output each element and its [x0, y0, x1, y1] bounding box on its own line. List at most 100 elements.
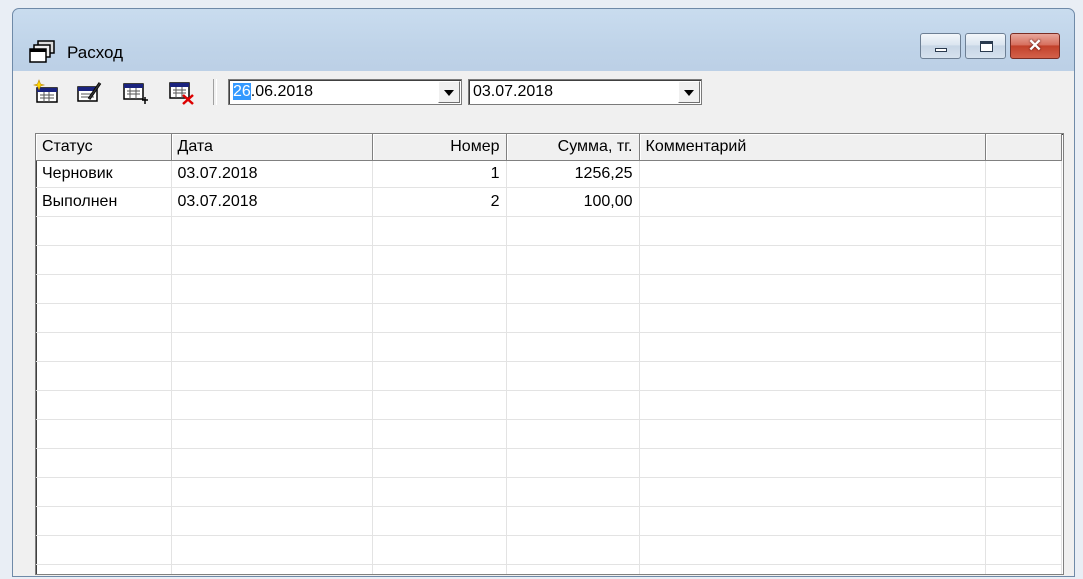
table-row[interactable]: Черновик 03.07.2018 1 1256,25 [36, 160, 1062, 188]
empty-cell[interactable] [171, 274, 373, 304]
empty-cell[interactable] [985, 506, 1062, 536]
empty-cell[interactable] [36, 332, 172, 362]
cell-status[interactable]: Черновик [36, 160, 172, 188]
empty-cell[interactable] [372, 419, 507, 449]
empty-table-row[interactable] [36, 274, 1062, 304]
column-header-status[interactable]: Статус [36, 134, 172, 161]
column-header-date[interactable]: Дата [171, 134, 373, 161]
empty-cell[interactable] [639, 419, 986, 449]
empty-cell[interactable] [171, 245, 373, 275]
cell-date[interactable]: 03.07.2018 [171, 160, 373, 188]
date-from-dropdown-arrow-icon[interactable] [438, 81, 460, 103]
empty-cell[interactable] [506, 245, 640, 275]
empty-cell[interactable] [506, 390, 640, 420]
empty-cell[interactable] [985, 419, 1062, 449]
empty-table-row[interactable] [36, 448, 1062, 478]
cell-number[interactable]: 1 [372, 160, 507, 188]
cell-date[interactable]: 03.07.2018 [171, 187, 373, 217]
empty-table-row[interactable] [36, 216, 1062, 246]
add-row-icon[interactable] [121, 79, 149, 105]
empty-table-row[interactable] [36, 506, 1062, 536]
empty-cell[interactable] [372, 245, 507, 275]
empty-cell[interactable] [36, 390, 172, 420]
empty-cell[interactable] [639, 506, 986, 536]
new-document-sparkle-icon[interactable] [33, 79, 61, 105]
empty-cell[interactable] [506, 419, 640, 449]
empty-cell[interactable] [372, 535, 507, 565]
empty-cell[interactable] [372, 564, 507, 574]
empty-cell[interactable] [639, 332, 986, 362]
cell-amount[interactable]: 1256,25 [506, 160, 640, 188]
empty-cell[interactable] [372, 216, 507, 246]
date-from-value[interactable]: 26.06.2018 [233, 83, 313, 101]
date-from-combo[interactable]: 26.06.2018 [228, 79, 462, 105]
empty-cell[interactable] [372, 303, 507, 333]
empty-cell[interactable] [985, 303, 1062, 333]
empty-cell[interactable] [639, 216, 986, 246]
empty-cell[interactable] [639, 245, 986, 275]
cell-comment[interactable] [639, 160, 986, 188]
empty-cell[interactable] [985, 274, 1062, 304]
title-bar[interactable]: Расход ✕ [13, 9, 1074, 69]
empty-cell[interactable] [171, 506, 373, 536]
empty-cell[interactable] [36, 419, 172, 449]
empty-cell[interactable] [372, 361, 507, 391]
empty-cell[interactable] [639, 477, 986, 507]
maximize-button[interactable] [965, 33, 1006, 59]
empty-cell[interactable] [639, 303, 986, 333]
date-to-dropdown-arrow-icon[interactable] [678, 81, 700, 103]
empty-table-row[interactable] [36, 390, 1062, 420]
cell-amount[interactable]: 100,00 [506, 187, 640, 217]
empty-cell[interactable] [985, 535, 1062, 565]
empty-cell[interactable] [985, 390, 1062, 420]
table-row[interactable]: Выполнен 03.07.2018 2 100,00 [36, 187, 1062, 217]
empty-cell[interactable] [506, 506, 640, 536]
column-header-number[interactable]: Номер [372, 134, 507, 161]
empty-cell[interactable] [36, 245, 172, 275]
empty-cell[interactable] [985, 332, 1062, 362]
empty-cell[interactable] [639, 448, 986, 478]
empty-cell[interactable] [639, 361, 986, 391]
empty-cell[interactable] [985, 245, 1062, 275]
empty-table-row[interactable] [36, 477, 1062, 507]
empty-cell[interactable] [171, 390, 373, 420]
empty-cell[interactable] [506, 564, 640, 574]
empty-cell[interactable] [506, 361, 640, 391]
empty-cell[interactable] [36, 448, 172, 478]
empty-table-row[interactable] [36, 303, 1062, 333]
date-to-combo[interactable]: 03.07.2018 [468, 79, 702, 105]
empty-cell[interactable] [985, 361, 1062, 391]
empty-cell[interactable] [506, 303, 640, 333]
column-header-amount[interactable]: Сумма, тг. [506, 134, 640, 161]
empty-cell[interactable] [506, 477, 640, 507]
empty-cell[interactable] [372, 274, 507, 304]
close-button[interactable]: ✕ [1010, 33, 1060, 59]
empty-cell[interactable] [639, 535, 986, 565]
cell-comment[interactable] [639, 187, 986, 217]
empty-cell[interactable] [36, 506, 172, 536]
empty-cell[interactable] [36, 564, 172, 574]
empty-cell[interactable] [985, 448, 1062, 478]
empty-cell[interactable] [985, 477, 1062, 507]
empty-cell[interactable] [36, 274, 172, 304]
empty-cell[interactable] [372, 506, 507, 536]
column-header-extra[interactable] [985, 134, 1062, 161]
empty-cell[interactable] [506, 274, 640, 304]
empty-cell[interactable] [506, 332, 640, 362]
cell-status[interactable]: Выполнен [36, 187, 172, 217]
empty-cell[interactable] [639, 274, 986, 304]
empty-table-row[interactable] [36, 419, 1062, 449]
empty-table-row[interactable] [36, 245, 1062, 275]
empty-cell[interactable] [506, 535, 640, 565]
edit-document-icon[interactable] [75, 79, 103, 105]
empty-cell[interactable] [372, 332, 507, 362]
cell-number[interactable]: 2 [372, 187, 507, 217]
empty-cell[interactable] [639, 390, 986, 420]
expense-table[interactable]: Статус Дата Номер Сумма, тг. Комментарий… [35, 133, 1064, 575]
empty-table-row[interactable] [36, 564, 1062, 574]
minimize-button[interactable] [920, 33, 961, 59]
empty-cell[interactable] [372, 477, 507, 507]
empty-cell[interactable] [639, 564, 986, 574]
empty-cell[interactable] [171, 477, 373, 507]
empty-cell[interactable] [506, 448, 640, 478]
